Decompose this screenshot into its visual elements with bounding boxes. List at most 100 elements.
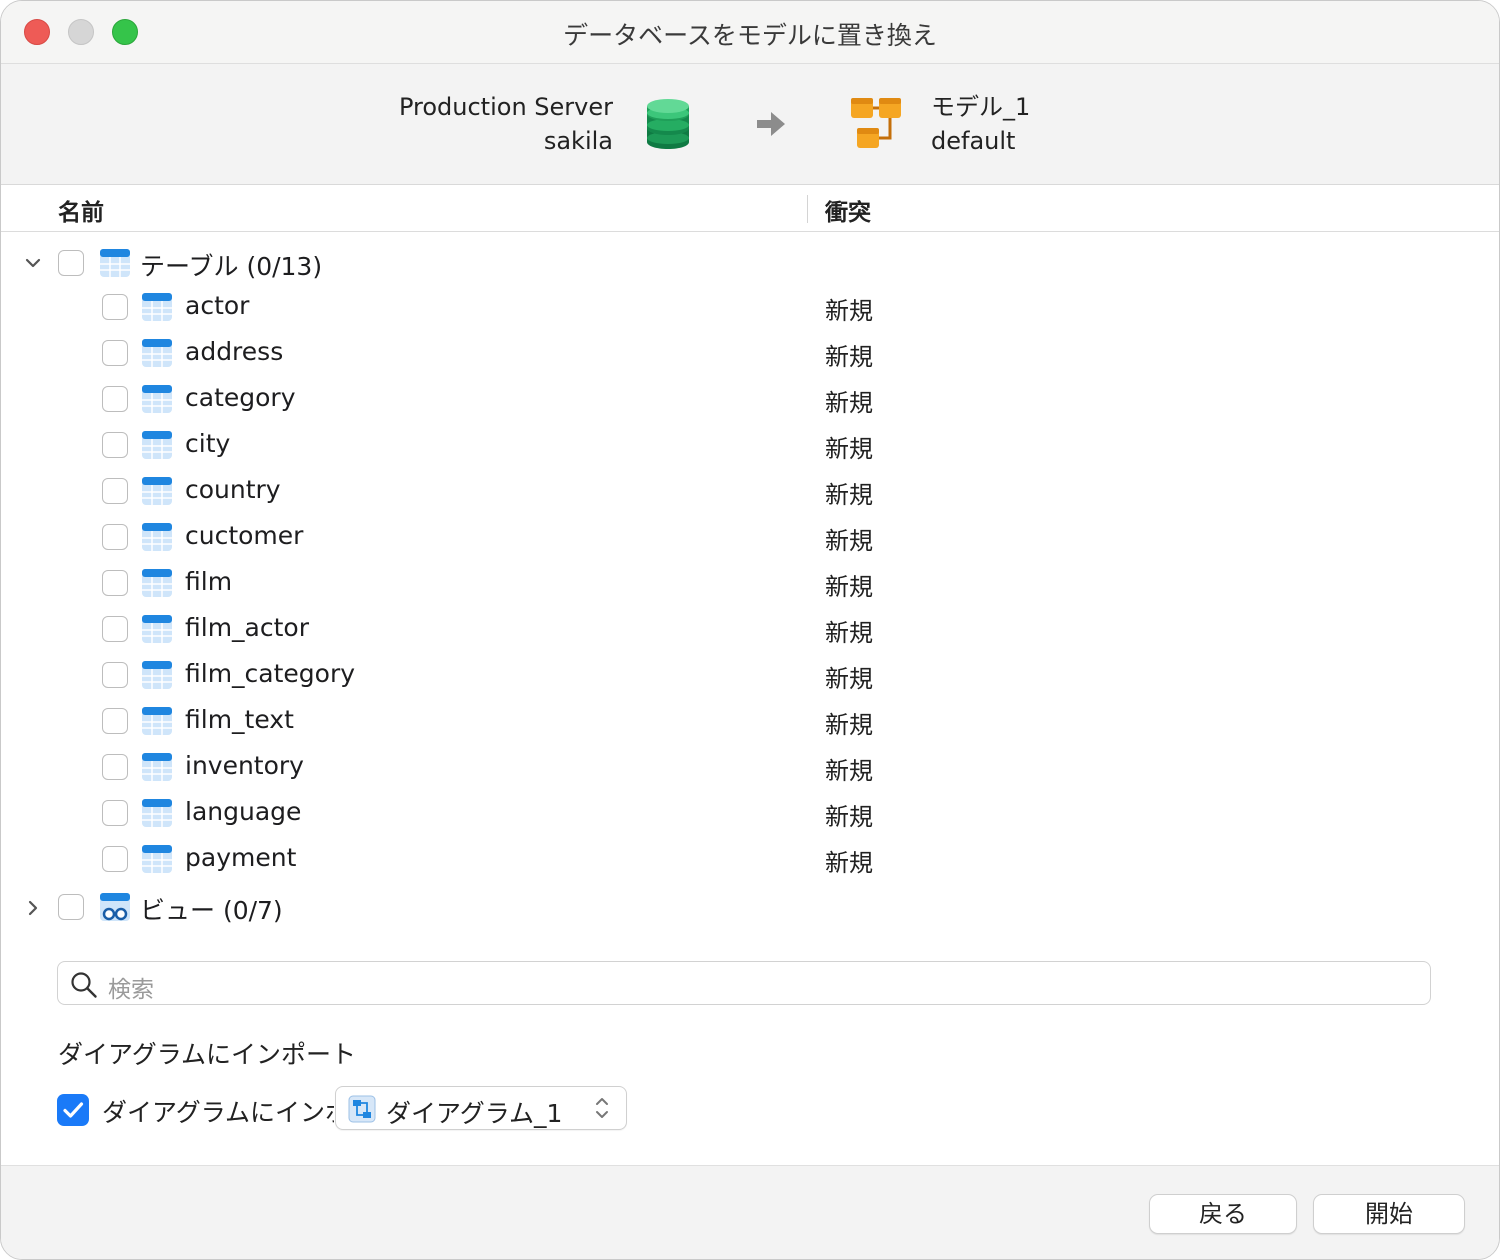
title-bar: データベースをモデルに置き換え — [1, 1, 1499, 64]
table-checkbox[interactable] — [102, 340, 128, 366]
target-schema-name: default — [931, 127, 1016, 155]
table-checkbox[interactable] — [102, 708, 128, 734]
table-icon — [142, 845, 172, 873]
table-checkbox[interactable] — [102, 294, 128, 320]
tables-group-checkbox[interactable] — [58, 250, 84, 276]
table-name: language — [185, 797, 302, 826]
table-conflict-status: 新規 — [825, 389, 873, 417]
search-icon — [71, 972, 97, 998]
table-row[interactable]: country 新規 — [1, 471, 1499, 515]
table-row[interactable]: address 新規 — [1, 333, 1499, 377]
table-icon — [142, 615, 172, 643]
dialog-window: データベースをモデルに置き換え Production Server sakila — [0, 0, 1500, 1260]
table-conflict-status: 新規 — [825, 435, 873, 463]
table-conflict-status: 新規 — [825, 849, 873, 877]
table-icon — [142, 477, 172, 505]
table-icon — [142, 431, 172, 459]
search-field[interactable]: 検索 — [57, 961, 1431, 1005]
table-conflict-status: 新規 — [825, 711, 873, 739]
table-row[interactable]: payment 新規 — [1, 839, 1499, 883]
table-checkbox[interactable] — [102, 432, 128, 458]
diagram-icon — [348, 1095, 376, 1123]
table-row[interactable]: film_actor 新規 — [1, 609, 1499, 653]
window-title: データベースをモデルに置き換え — [563, 21, 937, 50]
table-name: film_category — [185, 659, 356, 688]
table-name: film_actor — [185, 613, 309, 642]
model-icon — [851, 98, 901, 148]
table-conflict-status: 新規 — [825, 757, 873, 785]
table-conflict-status: 新規 — [825, 803, 873, 831]
checkmark-icon — [63, 1102, 84, 1118]
table-conflict-status: 新規 — [825, 527, 873, 555]
table-icon — [142, 569, 172, 597]
table-name: film_text — [185, 705, 294, 734]
table-name: address — [185, 337, 284, 366]
column-header: 名前 衝突 — [1, 185, 1499, 232]
table-checkbox[interactable] — [102, 570, 128, 596]
table-icon — [142, 385, 172, 413]
chevron-down-icon[interactable] — [24, 254, 42, 272]
table-row[interactable]: city 新規 — [1, 425, 1499, 469]
table-conflict-status: 新規 — [825, 343, 873, 371]
table-icon — [142, 707, 172, 735]
source-server-name: Production Server — [398, 93, 613, 121]
table-name: category — [185, 383, 296, 412]
table-checkbox[interactable] — [102, 478, 128, 504]
table-row[interactable]: film_category 新規 — [1, 655, 1499, 699]
diagram-select-value: ダイアグラム_1 — [386, 1099, 563, 1128]
footer-bar: 戻る 開始 — [1, 1165, 1499, 1259]
target-model-name: モデル_1 — [931, 93, 1031, 121]
table-conflict-status: 新規 — [825, 619, 873, 647]
arrow-right-icon — [757, 112, 785, 136]
table-row[interactable]: language 新規 — [1, 793, 1499, 837]
table-icon — [142, 523, 172, 551]
database-icon — [647, 99, 689, 149]
table-icon — [100, 249, 130, 277]
table-row[interactable]: category 新規 — [1, 379, 1499, 423]
search-placeholder: 検索 — [108, 977, 154, 1003]
table-name: payment — [185, 843, 297, 872]
start-button[interactable]: 開始 — [1313, 1194, 1465, 1234]
table-checkbox[interactable] — [102, 846, 128, 872]
table-checkbox[interactable] — [102, 800, 128, 826]
tables-group-label: テーブル (0/13) — [140, 252, 323, 281]
target-info: モデル_1 default — [931, 90, 1030, 158]
table-conflict-status: 新規 — [825, 573, 873, 601]
table-icon — [142, 661, 172, 689]
table-row[interactable]: actor 新規 — [1, 287, 1499, 331]
import-section-title: ダイアグラムにインポート — [58, 1040, 357, 1069]
column-divider[interactable] — [807, 195, 808, 223]
column-conflict-header[interactable]: 衝突 — [825, 193, 871, 227]
tree-group-tables[interactable]: テーブル (0/13) — [1, 241, 1499, 285]
table-checkbox[interactable] — [102, 754, 128, 780]
object-tree: テーブル (0/13) actor 新規 address 新規 category 新規 ci… — [1, 241, 1499, 941]
import-to-diagram-checkbox[interactable] — [57, 1094, 89, 1126]
table-row[interactable]: film 新規 — [1, 563, 1499, 607]
view-icon — [100, 893, 130, 921]
table-row[interactable]: cuctomer 新規 — [1, 517, 1499, 561]
import-checkbox-label[interactable]: ダイアグラムにインポート — [102, 1093, 334, 1129]
table-row[interactable]: inventory 新規 — [1, 747, 1499, 791]
table-checkbox[interactable] — [102, 662, 128, 688]
table-checkbox[interactable] — [102, 616, 128, 642]
chevron-up-down-icon — [596, 1098, 608, 1118]
table-name: film — [185, 567, 233, 596]
source-database-name: sakila — [543, 127, 613, 155]
views-group-label: ビュー (0/7) — [140, 896, 283, 925]
back-button[interactable]: 戻る — [1149, 1194, 1297, 1234]
table-checkbox[interactable] — [102, 386, 128, 412]
diagram-select[interactable]: ダイアグラム_1 — [335, 1086, 627, 1130]
table-icon — [142, 753, 172, 781]
table-name: cuctomer — [185, 521, 304, 550]
table-name: inventory — [185, 751, 304, 780]
table-row[interactable]: film_text 新規 — [1, 701, 1499, 745]
table-conflict-status: 新規 — [825, 481, 873, 509]
chevron-right-icon[interactable] — [24, 899, 42, 917]
source-info: Production Server sakila — [399, 90, 613, 158]
tree-group-views[interactable]: ビュー (0/7) — [1, 885, 1499, 929]
table-checkbox[interactable] — [102, 524, 128, 550]
column-name-header[interactable]: 名前 — [58, 193, 104, 227]
transfer-header: Production Server sakila モデル_1 default — [1, 64, 1499, 185]
table-name: city — [185, 429, 231, 458]
views-group-checkbox[interactable] — [58, 894, 84, 920]
